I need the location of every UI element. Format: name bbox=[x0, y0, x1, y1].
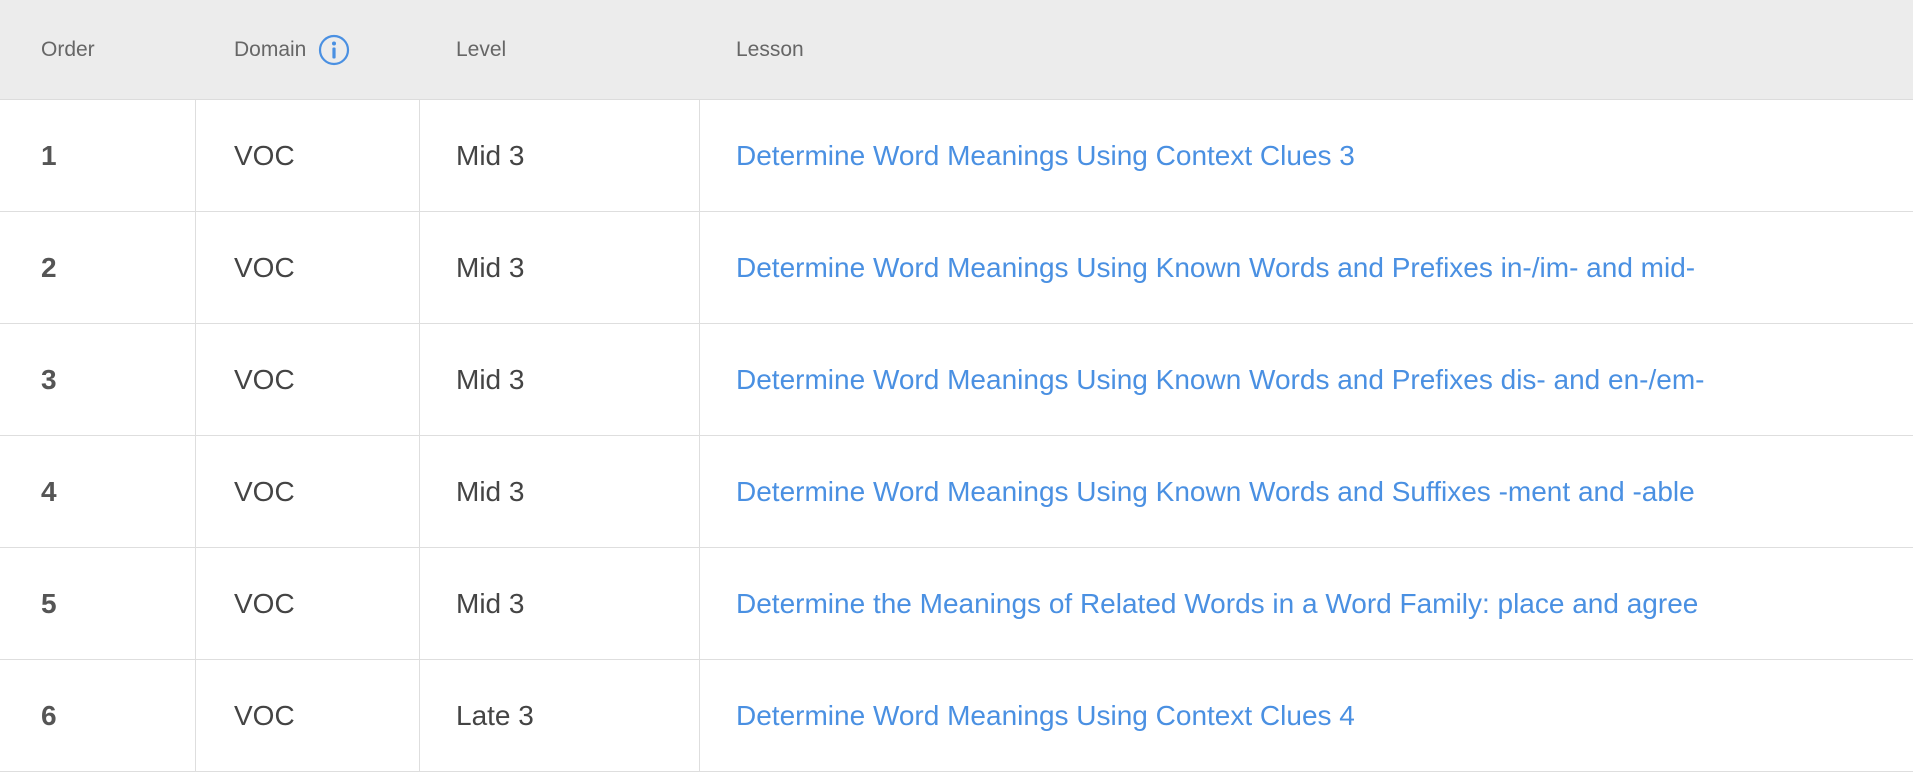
order-cell: 3 bbox=[0, 324, 196, 435]
lesson-cell: Determine Word Meanings Using Known Word… bbox=[700, 436, 1913, 547]
info-icon[interactable] bbox=[318, 34, 350, 66]
level-cell: Late 3 bbox=[420, 660, 700, 771]
header-lesson[interactable]: Lesson bbox=[700, 0, 1913, 99]
domain-cell: VOC bbox=[196, 212, 420, 323]
level-cell: Mid 3 bbox=[420, 436, 700, 547]
order-cell: 6 bbox=[0, 660, 196, 771]
order-cell: 4 bbox=[0, 436, 196, 547]
table-row: 5 VOC Mid 3 Determine the Meanings of Re… bbox=[0, 548, 1913, 660]
header-domain[interactable]: Domain bbox=[196, 0, 420, 99]
table-row: 4 VOC Mid 3 Determine Word Meanings Usin… bbox=[0, 436, 1913, 548]
table-row: 6 VOC Late 3 Determine Word Meanings Usi… bbox=[0, 660, 1913, 772]
table-row: 1 VOC Mid 3 Determine Word Meanings Usin… bbox=[0, 100, 1913, 212]
lesson-link[interactable]: Determine the Meanings of Related Words … bbox=[736, 588, 1698, 620]
table-row: 2 VOC Mid 3 Determine Word Meanings Usin… bbox=[0, 212, 1913, 324]
header-order[interactable]: Order bbox=[0, 0, 196, 99]
lesson-link[interactable]: Determine Word Meanings Using Known Word… bbox=[736, 476, 1695, 508]
order-cell: 5 bbox=[0, 548, 196, 659]
lesson-cell: Determine the Meanings of Related Words … bbox=[700, 548, 1913, 659]
lesson-table: Order Domain Level Lesson 1 VOC Mid 3 De… bbox=[0, 0, 1913, 772]
header-level[interactable]: Level bbox=[420, 0, 700, 99]
domain-cell: VOC bbox=[196, 548, 420, 659]
lesson-link[interactable]: Determine Word Meanings Using Known Word… bbox=[736, 252, 1695, 284]
lesson-cell: Determine Word Meanings Using Context Cl… bbox=[700, 100, 1913, 211]
order-cell: 1 bbox=[0, 100, 196, 211]
lesson-cell: Determine Word Meanings Using Known Word… bbox=[700, 324, 1913, 435]
level-cell: Mid 3 bbox=[420, 548, 700, 659]
table-header: Order Domain Level Lesson bbox=[0, 0, 1913, 100]
level-cell: Mid 3 bbox=[420, 212, 700, 323]
lesson-cell: Determine Word Meanings Using Known Word… bbox=[700, 212, 1913, 323]
lesson-link[interactable]: Determine Word Meanings Using Known Word… bbox=[736, 364, 1705, 396]
header-domain-label: Domain bbox=[234, 37, 307, 61]
order-cell: 2 bbox=[0, 212, 196, 323]
table-row: 3 VOC Mid 3 Determine Word Meanings Usin… bbox=[0, 324, 1913, 436]
domain-cell: VOC bbox=[196, 324, 420, 435]
lesson-link[interactable]: Determine Word Meanings Using Context Cl… bbox=[736, 140, 1355, 172]
level-cell: Mid 3 bbox=[420, 324, 700, 435]
domain-cell: VOC bbox=[196, 660, 420, 771]
lesson-link[interactable]: Determine Word Meanings Using Context Cl… bbox=[736, 700, 1355, 732]
lesson-cell: Determine Word Meanings Using Context Cl… bbox=[700, 660, 1913, 771]
level-cell: Mid 3 bbox=[420, 100, 700, 211]
domain-cell: VOC bbox=[196, 100, 420, 211]
domain-cell: VOC bbox=[196, 436, 420, 547]
